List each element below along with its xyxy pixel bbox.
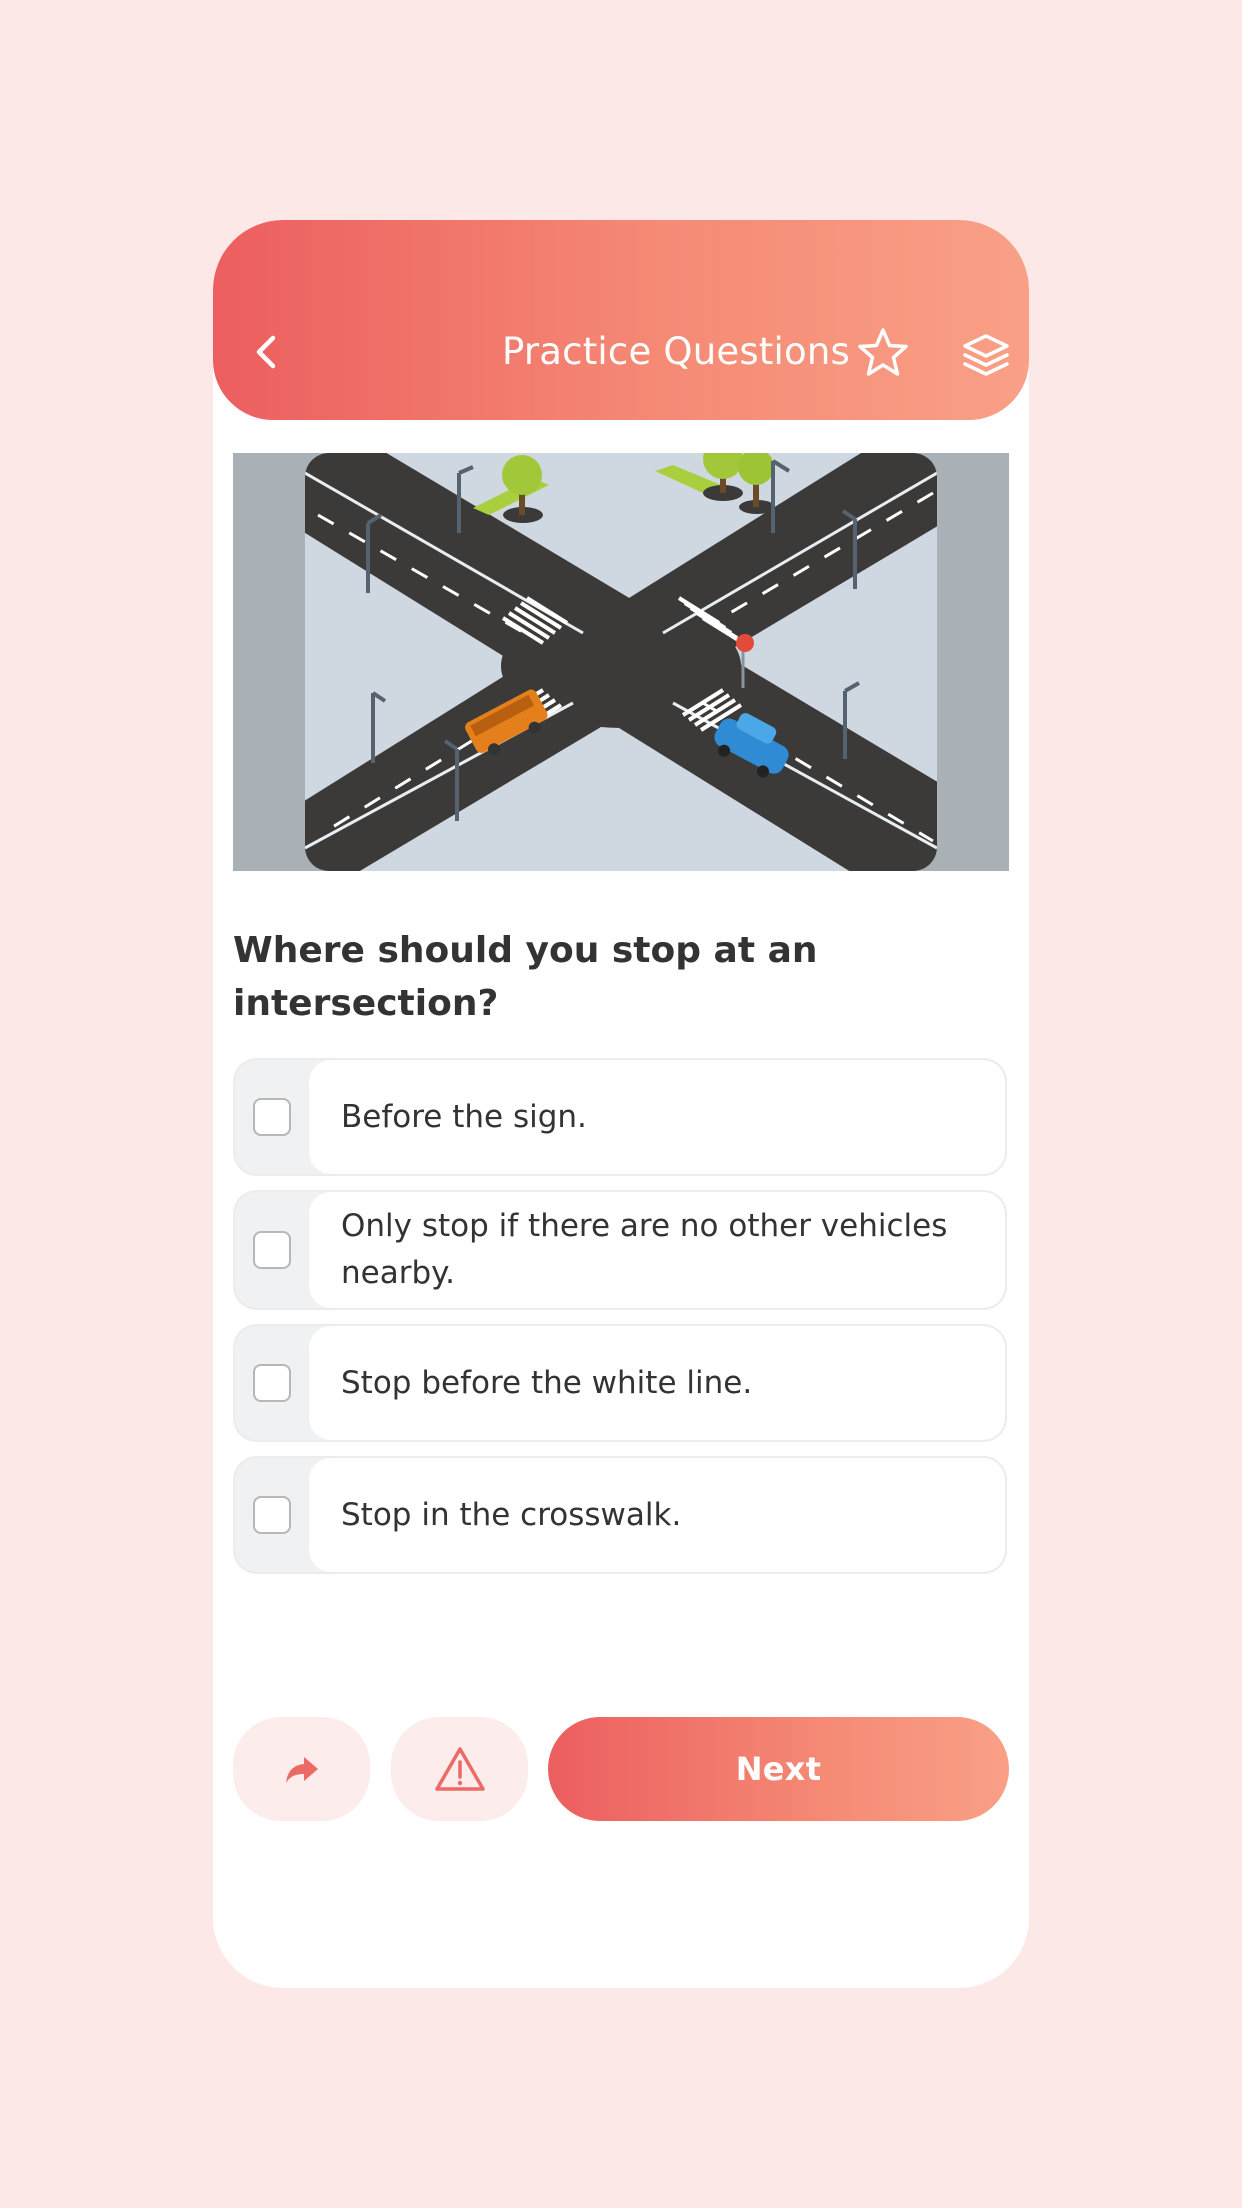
answer-label: Stop in the crosswalk. (309, 1458, 1005, 1572)
next-button[interactable]: Next (548, 1717, 1009, 1821)
answer-checkbox[interactable] (253, 1231, 291, 1269)
answer-checkbox[interactable] (253, 1098, 291, 1136)
question-illustration (233, 453, 1009, 871)
phone-frame: Practice Questions Where should you stop… (213, 220, 1029, 1988)
answer-label: Stop before the white line. (309, 1326, 1005, 1440)
answer-option-4[interactable]: Stop in the crosswalk. (233, 1456, 1007, 1574)
answer-label: Before the sign. (309, 1060, 1005, 1174)
share-button[interactable] (233, 1717, 370, 1821)
question-text: Where should you stop at an intersection… (233, 930, 818, 1024)
star-icon (858, 328, 908, 376)
answer-option-1[interactable]: Before the sign. (233, 1058, 1007, 1176)
answer-checkbox[interactable] (253, 1496, 291, 1534)
layers-button[interactable] (961, 330, 1011, 380)
footer-actions: Next (233, 1717, 1009, 1821)
share-icon (285, 1757, 318, 1783)
answer-label: Only stop if there are no other vehicles… (309, 1192, 1005, 1308)
warning-icon (434, 1747, 485, 1791)
report-button[interactable] (391, 1717, 528, 1821)
layers-icon (963, 334, 1009, 376)
answer-option-3[interactable]: Stop before the white line. (233, 1324, 1007, 1442)
favorite-button[interactable] (856, 326, 910, 380)
answer-checkbox[interactable] (253, 1364, 291, 1402)
answer-options: Before the sign. Only stop if there are … (233, 1058, 1009, 1588)
answer-option-2[interactable]: Only stop if there are no other vehicles… (233, 1190, 1007, 1310)
header: Practice Questions (213, 220, 1029, 420)
